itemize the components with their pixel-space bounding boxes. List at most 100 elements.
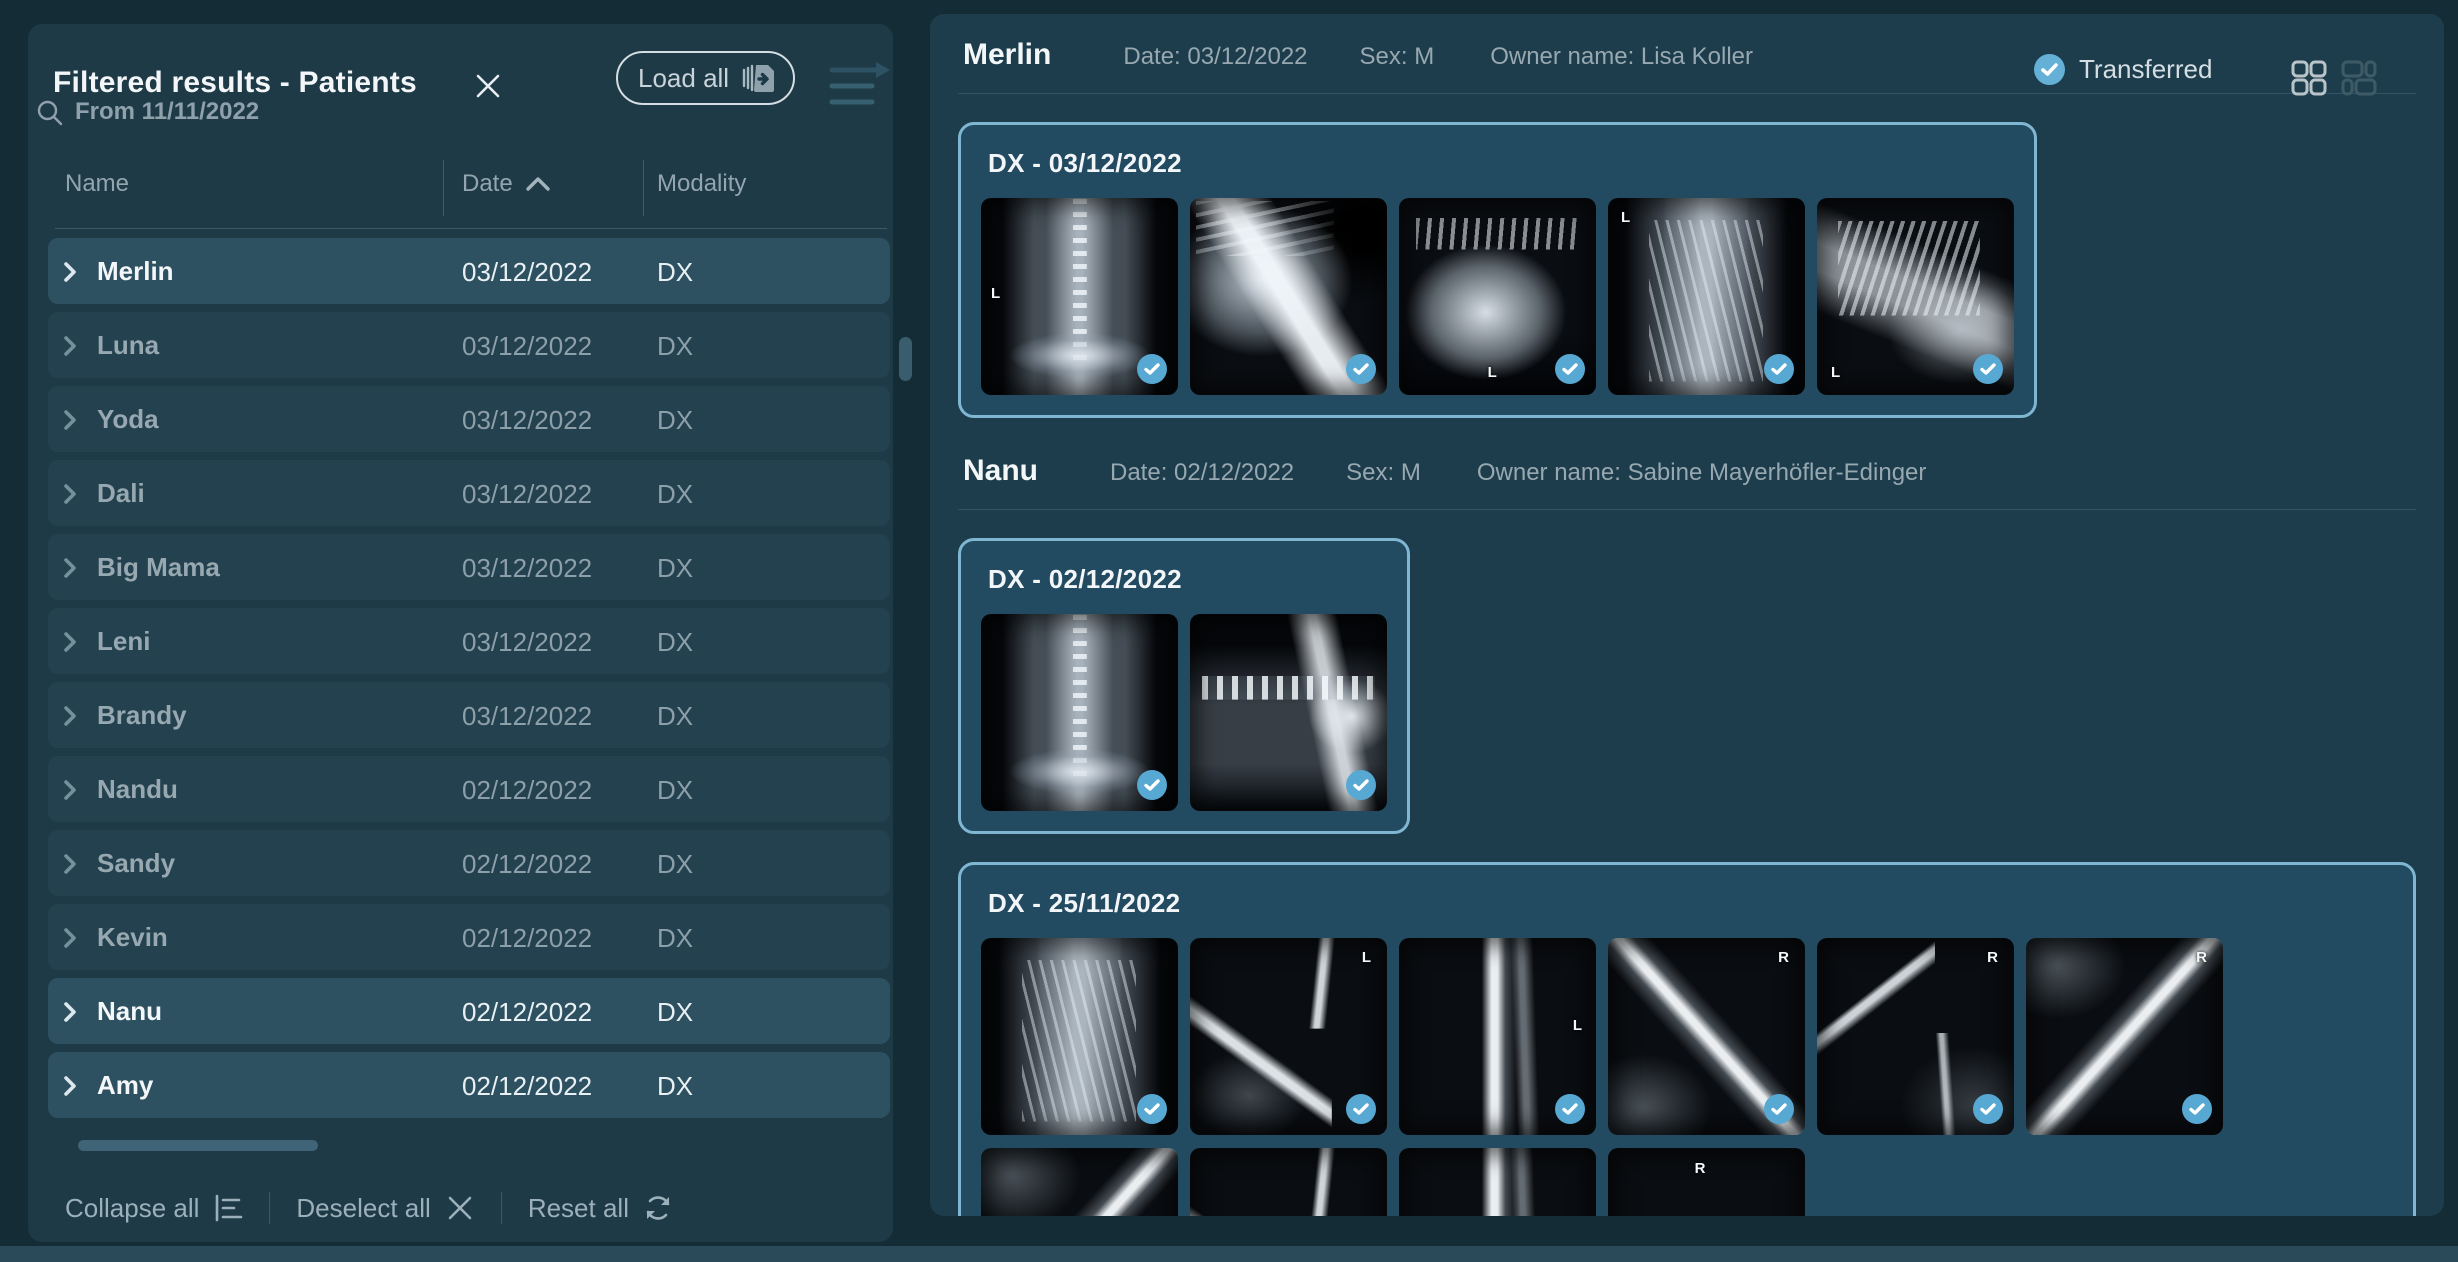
- xray-thumbnail[interactable]: L: [1817, 198, 2014, 395]
- load-all-label: Load all: [638, 63, 729, 94]
- series-title: DX - 03/12/2022: [988, 148, 2014, 179]
- xray-thumbnail[interactable]: [981, 614, 1178, 811]
- expand-chevron-icon[interactable]: [63, 261, 77, 283]
- reset-all-icon: [643, 1193, 673, 1223]
- load-all-button[interactable]: Load all: [616, 51, 795, 105]
- patient-owner: Owner name: Sabine Mayerhöfler-Edinger: [1477, 459, 1927, 487]
- close-icon[interactable]: [474, 72, 502, 100]
- series-card[interactable]: DX - 02/12/2022: [958, 538, 1410, 834]
- column-header-modality[interactable]: Modality: [657, 170, 746, 198]
- row-patient-name: Leni: [97, 626, 150, 657]
- vertical-scrollbar-thumb[interactable]: [899, 337, 912, 381]
- expand-chevron-icon[interactable]: [63, 1075, 77, 1097]
- xray-thumbnail[interactable]: L: [1190, 938, 1387, 1135]
- collapse-all-button[interactable]: Collapse all: [65, 1193, 243, 1224]
- expand-chevron-icon[interactable]: [63, 927, 77, 949]
- xray-thumbnail[interactable]: L: [981, 198, 1178, 395]
- row-study-date: 03/12/2022: [462, 257, 592, 288]
- selected-check-badge: [2182, 1094, 2212, 1124]
- thumbnail-row: L L L L: [981, 198, 2014, 395]
- sort-ascending-icon: [525, 176, 551, 192]
- xray-thumbnail[interactable]: [981, 938, 1178, 1135]
- collapse-all-label: Collapse all: [65, 1193, 199, 1224]
- laterality-marker: R: [1695, 1160, 1707, 1177]
- series-title: DX - 25/11/2022: [988, 888, 2393, 919]
- row-modality: DX: [657, 997, 693, 1028]
- expand-chevron-icon[interactable]: [63, 631, 77, 653]
- reset-all-button[interactable]: Reset all: [528, 1193, 673, 1224]
- deselect-all-button[interactable]: Deselect all: [296, 1193, 474, 1224]
- expand-chevron-icon[interactable]: [63, 483, 77, 505]
- xray-thumbnail[interactable]: R: [1608, 938, 1805, 1135]
- series-browser-panel: Transferred Merlin Date: 03/12/2022 Sex:…: [930, 14, 2444, 1216]
- xray-thumbnail[interactable]: L: [1399, 198, 1596, 395]
- selected-check-badge: [1555, 354, 1585, 384]
- xray-thumbnail[interactable]: L: [1399, 938, 1596, 1135]
- row-study-date: 03/12/2022: [462, 553, 592, 584]
- column-header-name[interactable]: Name: [65, 170, 129, 198]
- xray-thumbnail[interactable]: [1190, 198, 1387, 395]
- table-row[interactable]: Sandy 02/12/2022 DX: [48, 830, 890, 896]
- table-row[interactable]: Kevin 02/12/2022 DX: [48, 904, 890, 970]
- row-study-date: 02/12/2022: [462, 997, 592, 1028]
- patient-name: Merlin: [963, 38, 1051, 72]
- row-modality: DX: [657, 701, 693, 732]
- row-patient-name: Kevin: [97, 922, 168, 953]
- transferred-checkbox[interactable]: Transferred: [2034, 54, 2212, 85]
- filtered-results-panel: Filtered results - Patients From 11/11/2…: [28, 24, 893, 1242]
- horizontal-scrollbar-thumb[interactable]: [78, 1140, 318, 1151]
- row-modality: DX: [657, 627, 693, 658]
- xray-thumbnail[interactable]: L: [1608, 198, 1805, 395]
- table-row[interactable]: Big Mama 03/12/2022 DX: [48, 534, 890, 600]
- send-to-queue-icon[interactable]: [828, 60, 894, 108]
- row-modality: DX: [657, 479, 693, 510]
- selected-check-badge: [1137, 354, 1167, 384]
- filter-from-date: From 11/11/2022: [75, 98, 259, 126]
- row-study-date: 03/12/2022: [462, 331, 592, 362]
- table-row[interactable]: Nanu 02/12/2022 DX: [48, 978, 890, 1044]
- xray-thumbnail[interactable]: R: [1608, 1148, 1805, 1216]
- xray-thumbnail[interactable]: [1190, 614, 1387, 811]
- table-row[interactable]: Merlin 03/12/2022 DX: [48, 238, 890, 304]
- xray-thumbnail[interactable]: [1399, 1148, 1596, 1216]
- table-row[interactable]: Dali 03/12/2022 DX: [48, 460, 890, 526]
- table-row[interactable]: Nandu 02/12/2022 DX: [48, 756, 890, 822]
- expand-chevron-icon[interactable]: [63, 705, 77, 727]
- laterality-marker: R: [2196, 949, 2208, 966]
- xray-thumbnail[interactable]: R: [2026, 938, 2223, 1135]
- expand-chevron-icon[interactable]: [63, 853, 77, 875]
- laterality-marker: L: [1831, 364, 1841, 381]
- row-study-date: 03/12/2022: [462, 479, 592, 510]
- xray-thumbnail[interactable]: [1190, 1148, 1387, 1216]
- table-row[interactable]: Amy 02/12/2022 DX: [48, 1052, 890, 1118]
- table-row[interactable]: Brandy 03/12/2022 DX: [48, 682, 890, 748]
- window-bottom-strip: [0, 1246, 2458, 1262]
- row-patient-name: Luna: [97, 330, 159, 361]
- row-modality: DX: [657, 849, 693, 880]
- xray-thumbnail[interactable]: R: [1817, 938, 2014, 1135]
- selected-check-badge: [1973, 1094, 2003, 1124]
- expand-chevron-icon[interactable]: [63, 409, 77, 431]
- page-title: Filtered results - Patients: [53, 66, 417, 100]
- filter-summary: From 11/11/2022: [36, 98, 259, 126]
- deselect-all-label: Deselect all: [296, 1193, 430, 1224]
- table-row[interactable]: Yoda 03/12/2022 DX: [48, 386, 890, 452]
- grid-layout-icon[interactable]: [2291, 60, 2327, 96]
- expand-chevron-icon[interactable]: [63, 1001, 77, 1023]
- mosaic-layout-icon[interactable]: [2341, 60, 2377, 96]
- series-card[interactable]: DX - 25/11/2022 L L R R R: [958, 862, 2416, 1216]
- expand-chevron-icon[interactable]: [63, 779, 77, 801]
- column-header-date[interactable]: Date: [462, 170, 551, 198]
- xray-thumbnail[interactable]: [981, 1148, 1178, 1216]
- series-card[interactable]: DX - 03/12/2022 L L L L: [958, 122, 2037, 418]
- thumbnail-row: R: [981, 1148, 2393, 1216]
- selected-check-badge: [1346, 770, 1376, 800]
- laterality-marker: L: [991, 285, 1001, 302]
- expand-chevron-icon[interactable]: [63, 557, 77, 579]
- selected-check-badge: [1973, 354, 2003, 384]
- expand-chevron-icon[interactable]: [63, 335, 77, 357]
- list-footer-toolbar: Collapse all Deselect all Reset all: [65, 1176, 673, 1240]
- table-row[interactable]: Luna 03/12/2022 DX: [48, 312, 890, 378]
- row-modality: DX: [657, 405, 693, 436]
- table-row[interactable]: Leni 03/12/2022 DX: [48, 608, 890, 674]
